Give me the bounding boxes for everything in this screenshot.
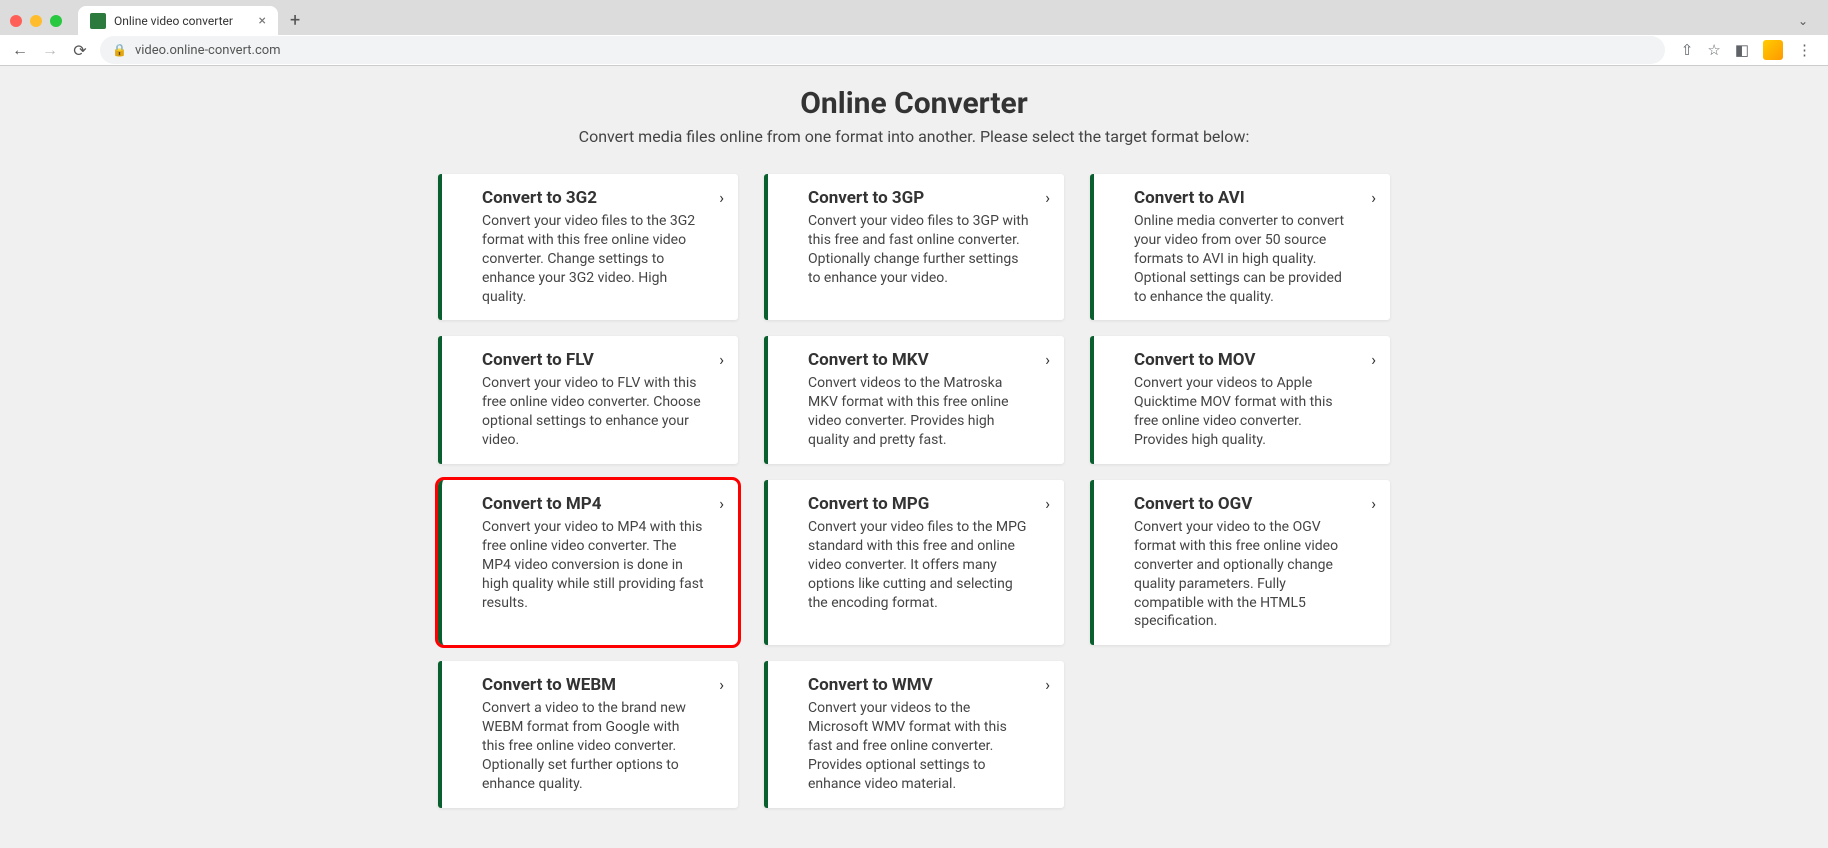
chevron-right-icon: › (719, 675, 724, 694)
maximize-window-button[interactable] (50, 15, 62, 27)
browser-chrome: Online video converter × + ⌄ ← → ⟳ 🔒 vid… (0, 0, 1828, 66)
card-description: Convert videos to the Matroska MKV forma… (808, 374, 1030, 450)
chevron-right-icon: › (1045, 188, 1050, 207)
card-convert-to-mkv[interactable]: Convert to MKV Convert videos to the Matr… (764, 336, 1064, 464)
card-title: Convert to MP4 (482, 494, 704, 514)
chevron-right-icon: › (1045, 350, 1050, 369)
chevron-right-icon: › (1371, 350, 1376, 369)
browser-toolbar: ← → ⟳ 🔒 video.online-convert.com ⇧ ☆ ◧ ⋮ (0, 35, 1828, 65)
reload-button[interactable]: ⟳ (70, 41, 90, 60)
card-convert-to-3g2[interactable]: Convert to 3G2 Convert your video files t… (438, 174, 738, 320)
browser-tab[interactable]: Online video converter × (78, 6, 278, 36)
card-title: Convert to OGV (1134, 494, 1356, 514)
card-title: Convert to MOV (1134, 350, 1356, 370)
chevron-right-icon: › (719, 188, 724, 207)
address-bar[interactable]: 🔒 video.online-convert.com (100, 36, 1665, 64)
chevron-right-icon: › (719, 494, 724, 513)
card-convert-to-flv[interactable]: Convert to FLV Convert your video to FLV … (438, 336, 738, 464)
lock-icon: 🔒 (112, 43, 127, 57)
card-convert-to-mp4[interactable]: Convert to MP4 Convert your video to MP4 … (438, 480, 738, 645)
chevron-right-icon: › (1045, 675, 1050, 694)
card-title: Convert to FLV (482, 350, 704, 370)
card-description: Convert your videos to Apple Quicktime M… (1134, 374, 1356, 450)
card-description: Online media converter to convert your v… (1134, 212, 1356, 306)
favicon-icon (90, 13, 106, 29)
card-description: Convert a video to the brand new WEBM fo… (482, 699, 704, 793)
window-controls (10, 15, 78, 27)
extension-icon[interactable] (1763, 40, 1783, 60)
card-title: Convert to MKV (808, 350, 1030, 370)
card-description: Convert your videos to the Microsoft WMV… (808, 699, 1030, 793)
card-convert-to-ogv[interactable]: Convert to OGV Convert your video to the … (1090, 480, 1390, 645)
card-description: Convert your video files to the MPG stan… (808, 518, 1030, 612)
minimize-window-button[interactable] (30, 15, 42, 27)
card-title: Convert to WEBM (482, 675, 704, 695)
chevron-right-icon: › (1045, 494, 1050, 513)
card-convert-to-avi[interactable]: Convert to AVI Online media converter to … (1090, 174, 1390, 320)
card-title: Convert to 3G2 (482, 188, 704, 208)
share-icon[interactable]: ⇧ (1681, 41, 1694, 59)
menu-icon[interactable]: ⋮ (1797, 41, 1812, 59)
card-convert-to-wmv[interactable]: Convert to WMV Convert your videos to the… (764, 661, 1064, 807)
card-title: Convert to WMV (808, 675, 1030, 695)
page-subtitle: Convert media files online from one form… (0, 127, 1828, 146)
tab-title: Online video converter (114, 14, 233, 28)
chevron-right-icon: › (1371, 494, 1376, 513)
sidepanel-icon[interactable]: ◧ (1735, 41, 1749, 59)
close-window-button[interactable] (10, 15, 22, 27)
bookmark-icon[interactable]: ☆ (1707, 41, 1720, 59)
toolbar-right: ⇧ ☆ ◧ ⋮ (1675, 40, 1818, 60)
page-content: Online Converter Convert media files onl… (0, 66, 1828, 848)
card-convert-to-mpg[interactable]: Convert to MPG Convert your video files t… (764, 480, 1064, 645)
page-title: Online Converter (0, 86, 1828, 121)
card-title: Convert to 3GP (808, 188, 1030, 208)
card-convert-to-mov[interactable]: Convert to MOV Convert your videos to App… (1090, 336, 1390, 464)
card-title: Convert to MPG (808, 494, 1030, 514)
converter-grid: Convert to 3G2 Convert your video files t… (434, 174, 1394, 808)
close-tab-button[interactable]: × (259, 13, 266, 29)
card-convert-to-webm[interactable]: Convert to WEBM Convert a video to the br… (438, 661, 738, 807)
url-text: video.online-convert.com (135, 43, 281, 58)
card-description: Convert your video files to 3GP with thi… (808, 212, 1030, 288)
card-title: Convert to AVI (1134, 188, 1356, 208)
forward-button[interactable]: → (40, 40, 60, 60)
card-description: Convert your video to MP4 with this free… (482, 518, 704, 612)
card-description: Convert your video files to the 3G2 form… (482, 212, 704, 306)
tab-bar: Online video converter × + ⌄ (0, 0, 1828, 35)
card-description: Convert your video to the OGV format wit… (1134, 518, 1356, 631)
chevron-right-icon: › (719, 350, 724, 369)
card-convert-to-3gp[interactable]: Convert to 3GP Convert your video files t… (764, 174, 1064, 320)
chevron-right-icon: › (1371, 188, 1376, 207)
new-tab-button[interactable]: + (278, 10, 312, 31)
tabs-dropdown-button[interactable]: ⌄ (1788, 14, 1818, 28)
card-description: Convert your video to FLV with this free… (482, 374, 704, 450)
back-button[interactable]: ← (10, 40, 30, 60)
